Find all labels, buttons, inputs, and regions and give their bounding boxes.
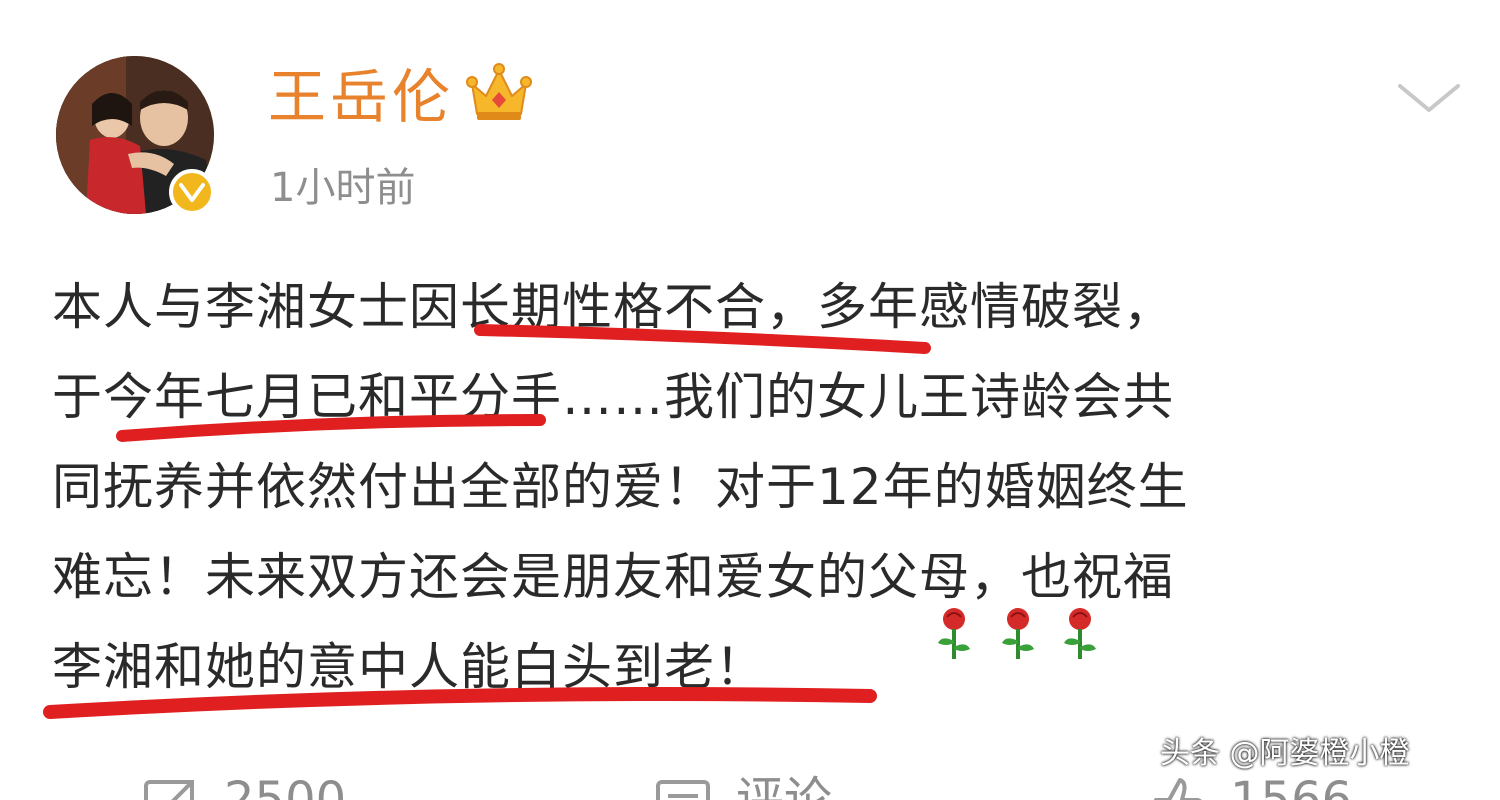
post-text-line: 于今年七月已和平分手……我们的女儿王诗龄会共: [52, 368, 1174, 426]
weibo-post: 王岳伦 1小时前 本人与李湘女士因长期性格不合，多年感情破裂， 于今年七月已和平…: [0, 0, 1500, 800]
post-body: 本人与李湘女士因长期性格不合，多年感情破裂， 于今年七月已和平分手……我们的女儿…: [52, 262, 1472, 712]
comment-button[interactable]: 评论: [652, 760, 832, 800]
repost-icon: [144, 780, 194, 800]
crown-icon: [466, 62, 532, 124]
post-timestamp: 1小时前: [270, 165, 416, 211]
avatar[interactable]: [56, 56, 215, 215]
rose-emoji-group: [930, 605, 1110, 665]
chevron-down-icon[interactable]: [1396, 80, 1462, 116]
repost-count: 2500: [224, 772, 347, 800]
repost-button[interactable]: 2500: [140, 760, 346, 800]
watermark: 头条 @阿婆橙小橙: [1160, 736, 1410, 771]
comment-icon: [656, 780, 710, 800]
rose-icon: [1002, 608, 1034, 659]
rose-icon: [1064, 608, 1096, 659]
rose-icon: [938, 608, 970, 659]
comment-label: 评论: [736, 772, 833, 800]
verified-badge-icon: [169, 169, 215, 215]
post-text-line: 本人与李湘女士因长期性格不合，多年感情破裂，: [52, 278, 1174, 336]
post-text-line: 李湘和她的意中人能白头到老！: [52, 638, 766, 696]
post-text-line: 难忘！未来双方还会是朋友和爱女的父母，也祝福: [52, 548, 1174, 606]
post-text-line: 同抚养并依然付出全部的爱！对于12年的婚姻终生: [52, 458, 1189, 516]
username[interactable]: 王岳伦: [268, 58, 454, 136]
thumbs-up-icon: [1154, 778, 1202, 800]
